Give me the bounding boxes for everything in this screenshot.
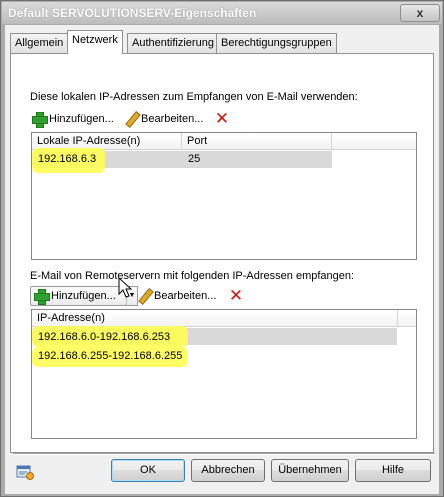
local-add-label: Hinzufügen... bbox=[49, 113, 114, 125]
delete-x-icon: ✕ bbox=[214, 109, 230, 128]
pencil-icon bbox=[123, 111, 139, 127]
remote-delete-button[interactable]: ✕ bbox=[228, 286, 244, 306]
properties-dialog: Default SERVOLUTIONSERV-Eigenschaften x … bbox=[0, 0, 444, 497]
local-delete-button[interactable]: ✕ bbox=[214, 109, 230, 129]
remote-ip-cell: 192.168.6.0-192.168.6.253 bbox=[38, 331, 171, 343]
remote-edit-button[interactable]: Bearbeiten... bbox=[136, 286, 216, 306]
help-button[interactable]: Hilfe bbox=[355, 459, 431, 482]
add-icon bbox=[31, 111, 48, 128]
column-header-filler bbox=[332, 133, 416, 150]
remote-add-button[interactable]: Hinzufügen... bbox=[30, 286, 127, 306]
remote-ip-list[interactable]: IP-Adresse(n) 192.168.6.0-192.168.6.253 … bbox=[31, 309, 417, 439]
local-ip-section-label: Diese lokalen IP-Adressen zum Empfangen … bbox=[30, 91, 358, 103]
footer-divider bbox=[13, 453, 435, 455]
network-tab-panel: Diese lokalen IP-Adressen zum Empfangen … bbox=[10, 53, 434, 453]
delete-x-icon: ✕ bbox=[228, 286, 244, 305]
local-edit-label: Bearbeiten... bbox=[141, 113, 204, 125]
title-bar[interactable]: Default SERVOLUTIONSERV-Eigenschaften x bbox=[2, 2, 442, 24]
remote-ip-section-label: E-Mail von Remoteservern mit folgenden I… bbox=[30, 270, 355, 282]
local-add-button[interactable]: Hinzufügen... bbox=[31, 109, 114, 129]
remote-ip-cell: 192.168.6.255-192.168.6.255 bbox=[38, 350, 183, 362]
ok-button[interactable]: OK bbox=[111, 459, 185, 482]
column-header-remote-ip[interactable]: IP-Adresse(n) bbox=[32, 310, 398, 327]
column-header-filler bbox=[398, 310, 416, 327]
tab-allgemein[interactable]: Allgemein bbox=[10, 33, 69, 53]
column-header-port[interactable]: Port bbox=[182, 133, 332, 150]
add-icon bbox=[33, 288, 50, 305]
tab-berechtigungsgruppen[interactable]: Berechtigungsgruppen bbox=[216, 33, 337, 53]
dialog-client-area: Allgemein Netzwerk Authentifizierung Ber… bbox=[5, 25, 439, 494]
remote-edit-label: Bearbeiten... bbox=[154, 290, 217, 302]
close-button[interactable]: x bbox=[400, 4, 440, 22]
port-cell: 25 bbox=[188, 153, 201, 165]
window-title: Default SERVOLUTIONSERV-Eigenschaften bbox=[8, 6, 257, 20]
cancel-button[interactable]: Abbrechen bbox=[191, 459, 265, 482]
local-ip-list[interactable]: Lokale IP-Adresse(n) Port 192.168.6.3 25 bbox=[31, 132, 417, 260]
help-document-icon[interactable] bbox=[16, 463, 34, 481]
tab-authentifizierung[interactable]: Authentifizierung bbox=[127, 33, 219, 53]
local-ip-cell: 192.168.6.3 bbox=[38, 153, 97, 165]
tab-netzwerk[interactable]: Netzwerk bbox=[67, 30, 123, 54]
mouse-cursor-icon bbox=[118, 277, 132, 298]
pencil-icon bbox=[136, 288, 152, 304]
remote-add-label: Hinzufügen... bbox=[51, 290, 116, 302]
local-edit-button[interactable]: Bearbeiten... bbox=[123, 109, 203, 129]
apply-button[interactable]: Übernehmen bbox=[271, 459, 349, 482]
